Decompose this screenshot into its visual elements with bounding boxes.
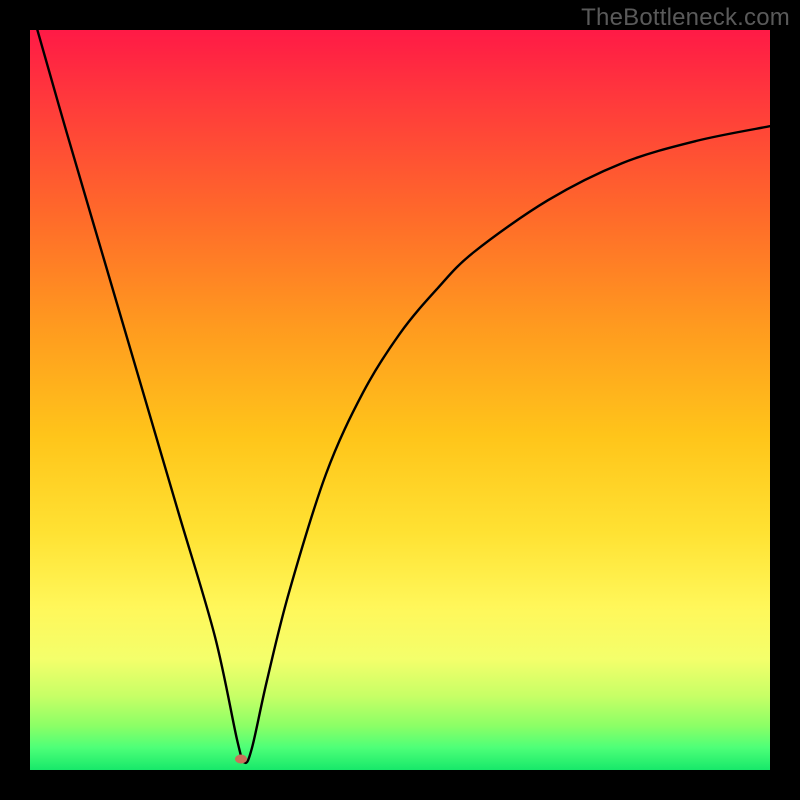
watermark-text: TheBottleneck.com <box>581 4 790 32</box>
chart-frame: TheBottleneck.com <box>0 0 800 800</box>
optimal-point-marker <box>235 754 247 763</box>
bottleneck-curve <box>37 30 770 763</box>
curve-svg <box>30 30 770 770</box>
plot-area <box>30 30 770 770</box>
